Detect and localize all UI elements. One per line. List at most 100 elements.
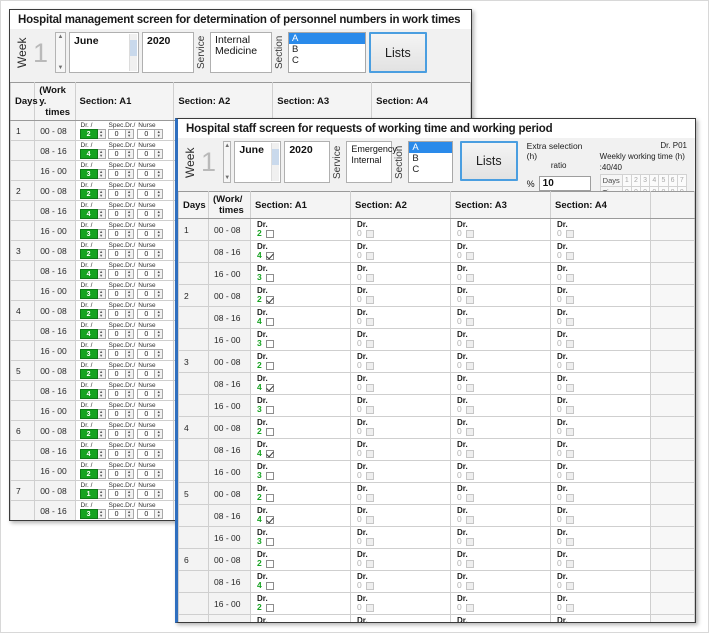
request-checkbox[interactable] xyxy=(265,471,274,480)
count-input[interactable]: 2 xyxy=(79,189,98,199)
count-input[interactable]: 0 xyxy=(137,329,156,339)
request-checkbox[interactable] xyxy=(265,537,274,546)
count-input[interactable]: 0 xyxy=(107,349,126,359)
count-stepper[interactable]: ▲▼ xyxy=(97,389,106,399)
count-stepper[interactable]: ▲▼ xyxy=(97,449,106,459)
count-input[interactable]: 0 xyxy=(107,169,126,179)
request-checkbox[interactable] xyxy=(265,515,274,524)
request-checkbox[interactable] xyxy=(265,229,274,238)
count-input[interactable]: 0 xyxy=(107,269,126,279)
count-stepper[interactable]: ▲▼ xyxy=(155,369,164,379)
count-stepper[interactable]: ▲▼ xyxy=(97,509,106,519)
count-input[interactable]: 0 xyxy=(137,489,156,499)
count-input[interactable]: 0 xyxy=(137,169,156,179)
section-listbox-1[interactable]: A B C xyxy=(288,32,367,73)
count-input[interactable]: 0 xyxy=(137,369,156,379)
year-field-2[interactable]: 2020 xyxy=(284,141,331,183)
week-spinner-1[interactable]: ▲ ▼ xyxy=(55,32,67,73)
count-input[interactable]: 1 xyxy=(79,489,98,499)
count-stepper[interactable]: ▲▼ xyxy=(125,329,134,339)
count-input[interactable]: 2 xyxy=(79,469,98,479)
count-stepper[interactable]: ▲▼ xyxy=(125,409,134,419)
count-input[interactable]: 4 xyxy=(79,449,98,459)
extra-selection-input[interactable]: 10 xyxy=(538,176,591,191)
count-input[interactable]: 0 xyxy=(107,309,126,319)
week-spinner-2[interactable]: ▲ ▼ xyxy=(223,141,232,183)
count-input[interactable]: 0 xyxy=(137,189,156,199)
count-stepper[interactable]: ▲▼ xyxy=(125,349,134,359)
count-stepper[interactable]: ▲▼ xyxy=(155,409,164,419)
count-input[interactable]: 0 xyxy=(107,209,126,219)
count-stepper[interactable]: ▲▼ xyxy=(155,489,164,499)
count-input[interactable]: 2 xyxy=(79,249,98,259)
count-input[interactable]: 0 xyxy=(137,149,156,159)
section-listbox-2[interactable]: A B C xyxy=(408,141,453,183)
count-stepper[interactable]: ▲▼ xyxy=(97,489,106,499)
request-checkbox[interactable] xyxy=(265,493,274,502)
request-checkbox[interactable] xyxy=(265,581,274,590)
count-input[interactable]: 0 xyxy=(137,349,156,359)
count-stepper[interactable]: ▲▼ xyxy=(125,509,134,519)
count-stepper[interactable]: ▲▼ xyxy=(125,389,134,399)
count-input[interactable]: 3 xyxy=(79,289,98,299)
count-stepper[interactable]: ▲▼ xyxy=(155,149,164,159)
count-input[interactable]: 0 xyxy=(107,489,126,499)
count-input[interactable]: 0 xyxy=(137,249,156,259)
count-input[interactable]: 0 xyxy=(107,449,126,459)
request-checkbox[interactable] xyxy=(265,317,274,326)
count-input[interactable]: 3 xyxy=(79,509,98,519)
count-input[interactable]: 0 xyxy=(107,229,126,239)
count-stepper[interactable]: ▲▼ xyxy=(125,269,134,279)
count-stepper[interactable]: ▲▼ xyxy=(125,309,134,319)
section-option-a-2[interactable]: A xyxy=(409,142,452,153)
request-checkbox[interactable] xyxy=(265,603,274,612)
count-input[interactable]: 0 xyxy=(107,369,126,379)
count-stepper[interactable]: ▲▼ xyxy=(125,189,134,199)
request-checkbox[interactable] xyxy=(265,427,274,436)
year-field-1[interactable]: 2020 xyxy=(142,32,195,73)
request-checkbox[interactable] xyxy=(265,295,274,304)
count-input[interactable]: 0 xyxy=(137,229,156,239)
count-stepper[interactable]: ▲▼ xyxy=(97,369,106,379)
count-stepper[interactable]: ▲▼ xyxy=(125,209,134,219)
count-input[interactable]: 0 xyxy=(107,289,126,299)
count-stepper[interactable]: ▲▼ xyxy=(155,249,164,259)
count-stepper[interactable]: ▲▼ xyxy=(97,249,106,259)
month-scrollbar-1[interactable] xyxy=(129,34,138,71)
count-input[interactable]: 0 xyxy=(107,329,126,339)
request-checkbox[interactable] xyxy=(265,273,274,282)
count-input[interactable]: 2 xyxy=(79,129,98,139)
count-input[interactable]: 3 xyxy=(79,349,98,359)
service-field-2[interactable]: Emergency Internal xyxy=(346,141,397,183)
count-stepper[interactable]: ▲▼ xyxy=(125,229,134,239)
count-stepper[interactable]: ▲▼ xyxy=(155,469,164,479)
count-input[interactable]: 0 xyxy=(137,209,156,219)
request-checkbox[interactable] xyxy=(265,361,274,370)
service-field-1[interactable]: Internal Medicine xyxy=(210,32,273,73)
count-stepper[interactable]: ▲▼ xyxy=(97,309,106,319)
month-field-1[interactable]: June xyxy=(69,32,140,73)
count-stepper[interactable]: ▲▼ xyxy=(125,249,134,259)
request-checkbox[interactable] xyxy=(265,449,274,458)
count-input[interactable]: 2 xyxy=(79,429,98,439)
count-stepper[interactable]: ▲▼ xyxy=(155,169,164,179)
count-stepper[interactable]: ▲▼ xyxy=(97,349,106,359)
section-option-a-1[interactable]: A xyxy=(289,33,366,44)
count-stepper[interactable]: ▲▼ xyxy=(97,269,106,279)
count-stepper[interactable]: ▲▼ xyxy=(97,169,106,179)
count-input[interactable]: 0 xyxy=(137,509,156,519)
count-stepper[interactable]: ▲▼ xyxy=(155,329,164,339)
count-stepper[interactable]: ▲▼ xyxy=(155,229,164,239)
count-stepper[interactable]: ▲▼ xyxy=(125,289,134,299)
count-stepper[interactable]: ▲▼ xyxy=(125,369,134,379)
count-input[interactable]: 0 xyxy=(137,129,156,139)
count-input[interactable]: 0 xyxy=(137,289,156,299)
count-stepper[interactable]: ▲▼ xyxy=(97,189,106,199)
count-stepper[interactable]: ▲▼ xyxy=(97,229,106,239)
section-option-b-1[interactable]: B xyxy=(289,44,365,55)
count-input[interactable]: 0 xyxy=(107,129,126,139)
count-stepper[interactable]: ▲▼ xyxy=(155,289,164,299)
count-stepper[interactable]: ▲▼ xyxy=(155,209,164,219)
count-input[interactable]: 0 xyxy=(107,469,126,479)
month-scrollbar-2[interactable] xyxy=(271,143,280,181)
